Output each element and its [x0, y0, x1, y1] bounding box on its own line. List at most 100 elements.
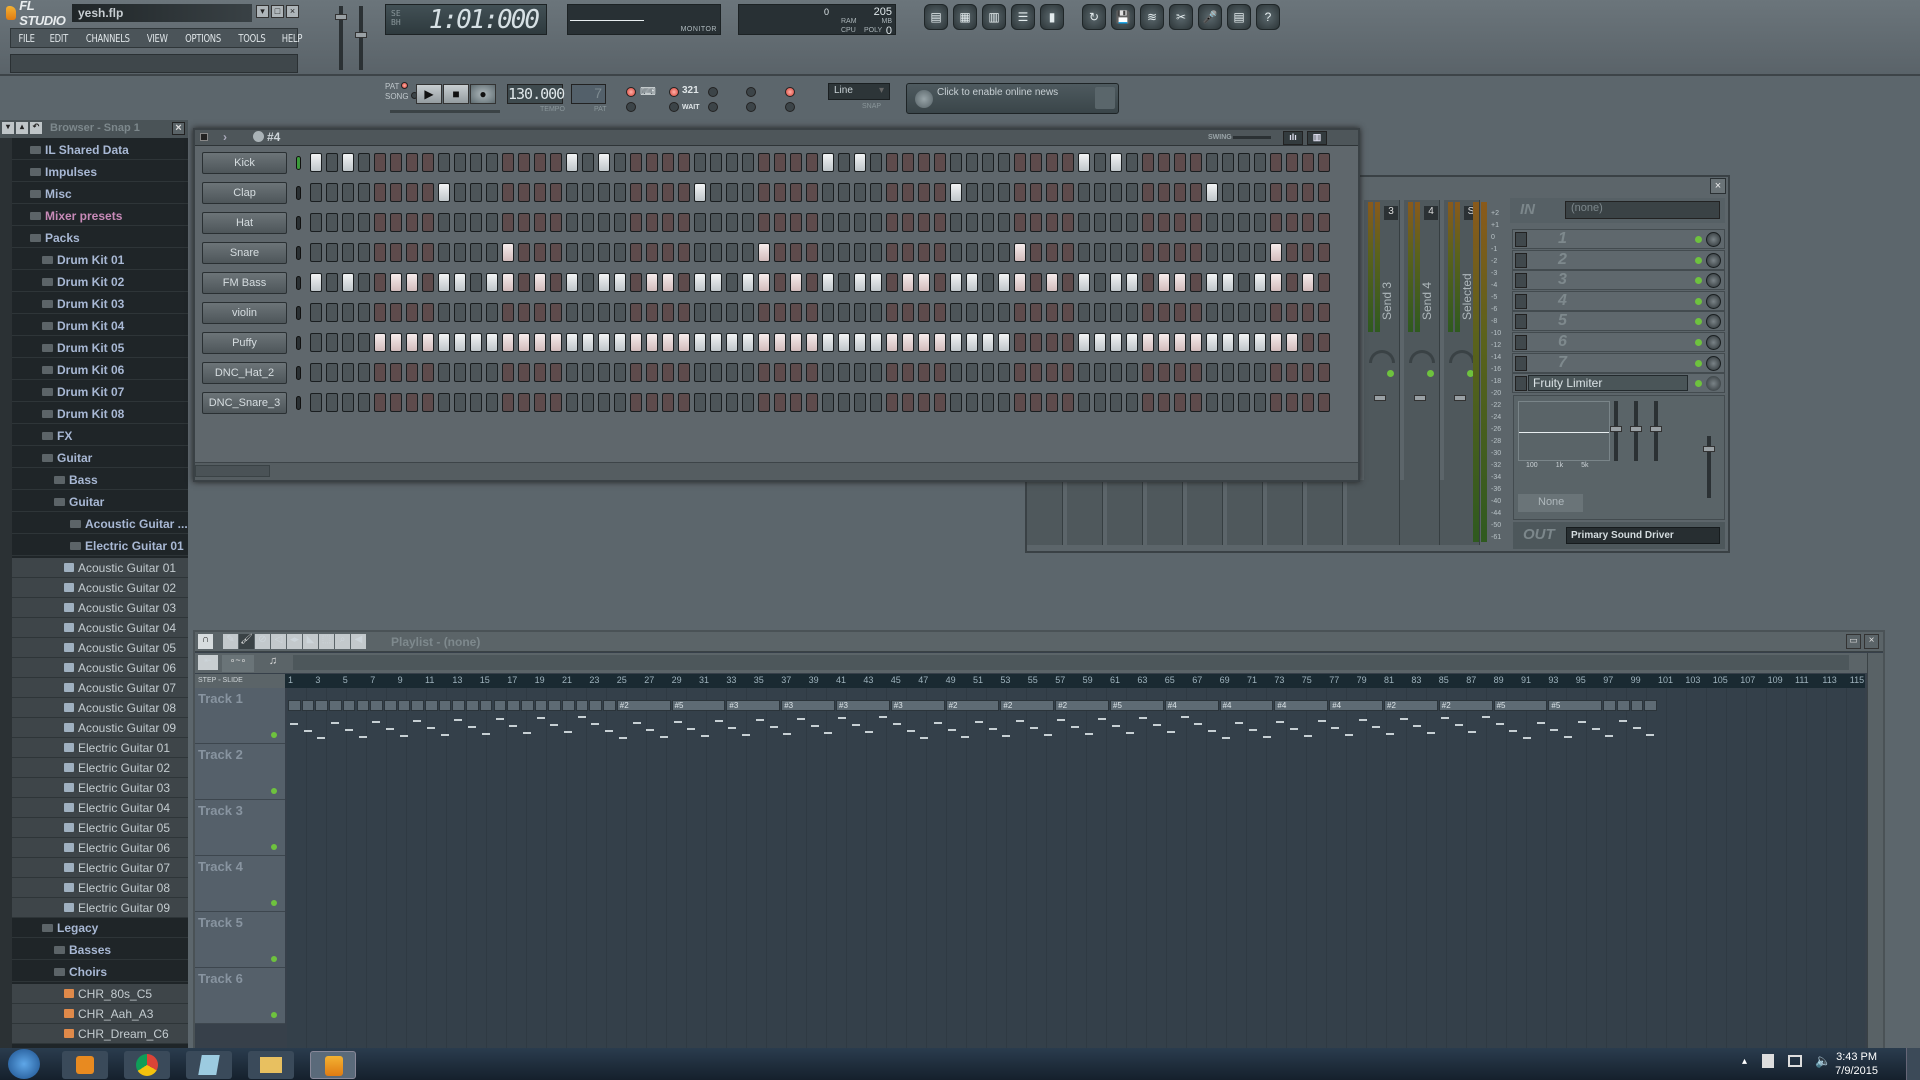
browser-item[interactable]: Electric Guitar 01 [12, 738, 188, 758]
step-button[interactable] [790, 303, 802, 322]
mixer-strip[interactable] [1227, 480, 1263, 545]
menu-options[interactable]: OPTIONS [180, 32, 226, 45]
step-button[interactable] [342, 303, 354, 322]
channel-select-led[interactable] [296, 186, 301, 200]
step-button[interactable] [918, 153, 930, 172]
step-button[interactable] [982, 333, 994, 352]
track-header[interactable]: Track 4 [195, 856, 285, 912]
step-button[interactable] [1174, 213, 1186, 232]
slot-menu-icon[interactable] [1515, 355, 1527, 371]
step-button[interactable] [1190, 363, 1202, 382]
automation-tab-icon[interactable]: ∘~∘ [222, 655, 254, 672]
step-button[interactable] [870, 393, 882, 412]
step-button[interactable] [886, 273, 898, 292]
step-button[interactable] [502, 273, 514, 292]
browser-item[interactable]: FX [12, 426, 188, 446]
step-button[interactable] [854, 183, 866, 202]
step-button[interactable] [870, 243, 882, 262]
delete-tool-icon[interactable]: ⊘ [255, 634, 270, 649]
browser-item[interactable]: Drum Kit 01 [12, 250, 188, 270]
step-button[interactable] [1126, 363, 1138, 382]
step-button[interactable] [1190, 303, 1202, 322]
step-button[interactable] [774, 243, 786, 262]
step-button[interactable] [1222, 273, 1234, 292]
effect-slot-5[interactable]: 5 [1512, 311, 1725, 332]
step-button[interactable] [310, 153, 322, 172]
pattern-clip[interactable]: #4 [1164, 700, 1219, 711]
track-header[interactable]: Track 2 [195, 744, 285, 800]
slot-menu-icon[interactable] [1515, 232, 1527, 247]
pattern-clip[interactable] [1644, 700, 1657, 711]
step-button[interactable] [534, 393, 546, 412]
pattern-clip[interactable]: #2 [945, 700, 1000, 711]
step-button[interactable] [1270, 303, 1282, 322]
browser-item[interactable]: Electric Guitar 06 [12, 838, 188, 858]
step-button[interactable] [454, 183, 466, 202]
step-button[interactable] [966, 243, 978, 262]
step-button[interactable] [1030, 243, 1042, 262]
step-button[interactable] [502, 183, 514, 202]
step-button[interactable] [742, 153, 754, 172]
step-button[interactable] [1190, 243, 1202, 262]
action-center-flag-icon[interactable] [1762, 1054, 1774, 1068]
pattern-clip[interactable] [548, 700, 561, 711]
step-button[interactable] [790, 153, 802, 172]
step-button[interactable] [1078, 363, 1090, 382]
step-button[interactable] [1126, 213, 1138, 232]
step-button[interactable] [694, 273, 706, 292]
step-button[interactable] [422, 303, 434, 322]
step-button[interactable] [1254, 333, 1266, 352]
preset-select[interactable]: None [1518, 494, 1583, 512]
step-button[interactable] [710, 303, 722, 322]
step-button[interactable] [598, 243, 610, 262]
mixer-strip-send-3[interactable]: 3 Send 3 [1364, 200, 1400, 545]
step-button[interactable] [1174, 153, 1186, 172]
step-button[interactable] [790, 183, 802, 202]
step-button[interactable] [422, 273, 434, 292]
step-button[interactable] [1238, 243, 1250, 262]
step-button[interactable] [694, 243, 706, 262]
channel-select-led[interactable] [296, 216, 301, 230]
step-button[interactable] [934, 243, 946, 262]
step-button[interactable] [1286, 393, 1298, 412]
pattern-clip[interactable] [329, 700, 342, 711]
mute-tool-icon[interactable]: ◁ [271, 634, 286, 649]
step-button[interactable] [838, 243, 850, 262]
effect-slot-2[interactable]: 2 [1512, 249, 1725, 270]
step-button[interactable] [310, 273, 322, 292]
step-button[interactable] [422, 183, 434, 202]
step-button[interactable] [662, 333, 674, 352]
step-button[interactable] [518, 153, 530, 172]
pattern-clip[interactable] [493, 700, 507, 711]
step-button[interactable] [582, 333, 594, 352]
step-button[interactable] [1158, 153, 1170, 172]
step-button[interactable] [886, 393, 898, 412]
step-button[interactable] [790, 333, 802, 352]
step-button[interactable] [1062, 333, 1074, 352]
step-button[interactable] [950, 183, 962, 202]
step-button[interactable] [902, 213, 914, 232]
channel-select-led[interactable] [296, 336, 301, 350]
step-button[interactable] [1318, 213, 1330, 232]
step-button[interactable] [1014, 153, 1026, 172]
step-button[interactable] [1174, 393, 1186, 412]
close-button[interactable]: × [286, 5, 299, 18]
step-button[interactable] [358, 333, 370, 352]
step-button[interactable] [582, 273, 594, 292]
channel-select-led[interactable] [296, 246, 301, 260]
browser-item[interactable]: Electric Guitar 07 [12, 858, 188, 878]
step-button[interactable] [854, 303, 866, 322]
strip-enable-led[interactable] [1387, 370, 1394, 377]
step-button[interactable] [582, 363, 594, 382]
channel-button-hat[interactable]: Hat [202, 212, 287, 234]
pat-led[interactable] [401, 82, 409, 89]
step-button[interactable] [1302, 183, 1314, 202]
step-button[interactable] [1078, 273, 1090, 292]
mixer-strip[interactable] [1187, 480, 1223, 545]
step-button[interactable] [950, 333, 962, 352]
step-button[interactable] [582, 183, 594, 202]
step-button[interactable] [726, 243, 738, 262]
browser-item[interactable]: Electric Guitar 03 [12, 778, 188, 798]
step-button[interactable] [582, 213, 594, 232]
step-button[interactable] [678, 363, 690, 382]
